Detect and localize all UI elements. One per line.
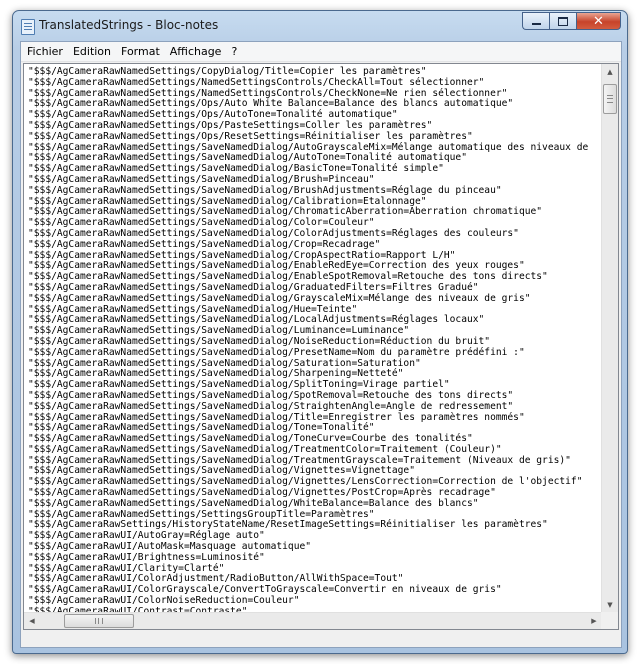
menu-edition[interactable]: Edition [69,45,115,58]
title-bar[interactable]: TranslatedStrings - Bloc-notes ✕ [13,11,627,41]
scroll-right-icon[interactable]: ▶ [586,613,602,629]
vertical-scrollbar[interactable]: ▲ ▼ [601,64,618,613]
menu-fichier[interactable]: Fichier [23,45,67,58]
window-title: TranslatedStrings - Bloc-notes [39,18,219,32]
horizontal-scrollbar[interactable]: ◀ ▶ [24,612,602,629]
text-lines: "$$$/AgCameraRawNamedSettings/CopyDialog… [28,66,588,613]
minimize-icon [531,23,541,25]
scrollbar-corner [601,612,618,629]
maximize-button[interactable] [549,12,576,30]
grip-icon [95,618,103,624]
text-editor[interactable]: "$$$/AgCameraRawNamedSettings/CopyDialog… [23,63,619,630]
text-area[interactable]: "$$$/AgCameraRawNamedSettings/CopyDialog… [24,64,602,613]
client-area: Fichier Edition Format Affichage ? "$$$/… [20,41,622,648]
menu-help[interactable]: ? [227,45,241,58]
caption-buttons: ✕ [522,12,621,31]
horizontal-scroll-thumb[interactable] [64,614,134,628]
scroll-left-icon[interactable]: ◀ [24,613,40,629]
scroll-down-icon[interactable]: ▼ [602,597,618,613]
close-icon: ✕ [593,13,604,29]
grip-icon [607,95,613,103]
minimize-button[interactable] [522,12,549,30]
notepad-icon [21,19,35,35]
vertical-scroll-thumb[interactable] [603,84,617,114]
menu-affichage[interactable]: Affichage [166,45,226,58]
notepad-window: TranslatedStrings - Bloc-notes ✕ Fichier… [12,10,628,654]
menu-bar: Fichier Edition Format Affichage ? [21,42,621,62]
maximize-icon [558,16,568,26]
scroll-up-icon[interactable]: ▲ [602,64,618,80]
menu-format[interactable]: Format [117,45,164,58]
close-button[interactable]: ✕ [576,12,621,30]
